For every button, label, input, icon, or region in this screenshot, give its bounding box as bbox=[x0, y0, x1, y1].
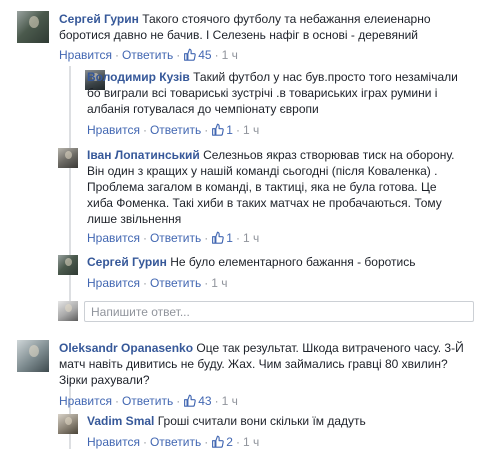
like-link[interactable]: Нравится bbox=[59, 48, 112, 62]
like-count[interactable]: 1 bbox=[224, 231, 233, 245]
like-count[interactable]: 43 bbox=[196, 394, 211, 408]
reply-thread-line bbox=[69, 66, 71, 319]
comment-author[interactable]: Vadim Smal bbox=[87, 414, 154, 428]
comment-text: лише звільнення bbox=[87, 212, 182, 226]
comment-body: Іван Лопатинський Селезньов якраз створю… bbox=[87, 147, 482, 227]
comment-time[interactable]: 1 ч bbox=[243, 123, 259, 137]
reply-link[interactable]: Ответить bbox=[150, 435, 201, 449]
avatar[interactable] bbox=[17, 340, 49, 372]
comment-author[interactable]: Сергей Гурин bbox=[87, 255, 167, 269]
avatar bbox=[58, 301, 78, 321]
comment-body: Vadim Smal Гроші считали вони скільки їм… bbox=[87, 413, 482, 429]
comment-text: Гроші считали вони скільки їм дадуть bbox=[157, 414, 366, 428]
comment-text: албанія готувалася до чемпіонату європи bbox=[87, 102, 319, 116]
comment-text: Оце так результат. Шкода витраченого час… bbox=[196, 341, 464, 355]
comment-text: Не було елементарного бажання - боротись bbox=[170, 255, 416, 269]
comment-author[interactable]: Сергей Гурин bbox=[59, 12, 139, 26]
comment-text: Зірки рахували? bbox=[59, 373, 150, 387]
comment-time[interactable]: 1 ч bbox=[211, 276, 227, 290]
comment-time[interactable]: 1 ч bbox=[243, 435, 259, 449]
avatar[interactable] bbox=[58, 255, 78, 275]
comment-time[interactable]: 1 ч bbox=[243, 231, 259, 245]
avatar[interactable] bbox=[17, 11, 49, 43]
comment-actions: Нравится · Ответить · 43 · 1 ч bbox=[59, 394, 238, 408]
comment-text: бо виграли всі товариські зустрічі .в то… bbox=[87, 86, 438, 100]
thumbs-up-icon[interactable] bbox=[183, 394, 197, 407]
comment-actions: Нравится · Ответить · 1 · 1 ч bbox=[87, 123, 260, 137]
like-link[interactable]: Нравится bbox=[87, 435, 140, 449]
comment-body: Сергей Гурин Не було елементарного бажан… bbox=[87, 254, 482, 270]
like-link[interactable]: Нравится bbox=[87, 231, 140, 245]
reply-link[interactable]: Ответить bbox=[150, 276, 201, 290]
comment-author[interactable]: Іван Лопатинський bbox=[87, 148, 200, 162]
reply-link[interactable]: Ответить bbox=[150, 231, 201, 245]
comment-time[interactable]: 1 ч bbox=[222, 48, 238, 62]
thumbs-up-icon[interactable] bbox=[211, 123, 225, 136]
thumbs-up-icon[interactable] bbox=[183, 48, 197, 61]
thumbs-up-icon[interactable] bbox=[211, 435, 225, 448]
reply-input[interactable]: Напишите ответ... bbox=[84, 301, 474, 322]
comment-author[interactable]: Oleksandr Opanasenko bbox=[59, 341, 193, 355]
thumbs-up-icon[interactable] bbox=[211, 231, 225, 244]
like-link[interactable]: Нравится bbox=[87, 123, 140, 137]
comment-time[interactable]: 1 ч bbox=[222, 394, 238, 408]
comment-actions: Нравится · Ответить · 1 ч bbox=[87, 276, 228, 290]
avatar[interactable] bbox=[58, 414, 78, 434]
comment-actions: Нравится · Ответить · 2 · 1 ч bbox=[87, 435, 260, 449]
reply-placeholder: Напишите ответ... bbox=[91, 305, 190, 319]
comment-text: Такого стоячого футболу та небажання еле… bbox=[142, 12, 431, 26]
comment-body: Сергей Гурин Такого стоячого футболу та … bbox=[59, 11, 479, 43]
comment-text: Він один з кращих у нашій команді сьогод… bbox=[87, 164, 438, 178]
comment-text: боротися давно не бачив. І Селезень нафі… bbox=[59, 28, 418, 42]
comment-text: хиба Фоменка. Такі хиби в таких матчах н… bbox=[87, 196, 442, 210]
avatar[interactable] bbox=[58, 148, 78, 168]
like-link[interactable]: Нравится bbox=[59, 394, 112, 408]
reply-link[interactable]: Ответить bbox=[122, 48, 173, 62]
like-link[interactable]: Нравится bbox=[87, 276, 140, 290]
reply-link[interactable]: Ответить bbox=[122, 394, 173, 408]
comment-text: Проблема загалом в команді, в тактиці, я… bbox=[87, 180, 437, 194]
comment-actions: Нравится · Ответить · 1 · 1 ч bbox=[87, 231, 260, 245]
comment-body: Oleksandr Opanasenko Оце так результат. … bbox=[59, 340, 479, 388]
like-count[interactable]: 1 bbox=[224, 123, 233, 137]
like-count[interactable]: 45 bbox=[196, 48, 211, 62]
reply-link[interactable]: Ответить bbox=[150, 123, 201, 137]
comment-author[interactable]: Володимир Кузів bbox=[87, 70, 190, 84]
comment-text: Такий футбол у нас був.просто того незам… bbox=[193, 70, 458, 84]
comment-actions: Нравится · Ответить · 45 · 1 ч bbox=[59, 48, 238, 62]
comment-text: Селезньов якраз створював тиск на оборон… bbox=[203, 148, 455, 162]
comment-text: матч навіть дивитись не буду. Жах. Чим з… bbox=[59, 357, 448, 371]
comment-body: Володимир Кузів Такий футбол у нас був.п… bbox=[87, 69, 482, 117]
like-count[interactable]: 2 bbox=[224, 435, 233, 449]
